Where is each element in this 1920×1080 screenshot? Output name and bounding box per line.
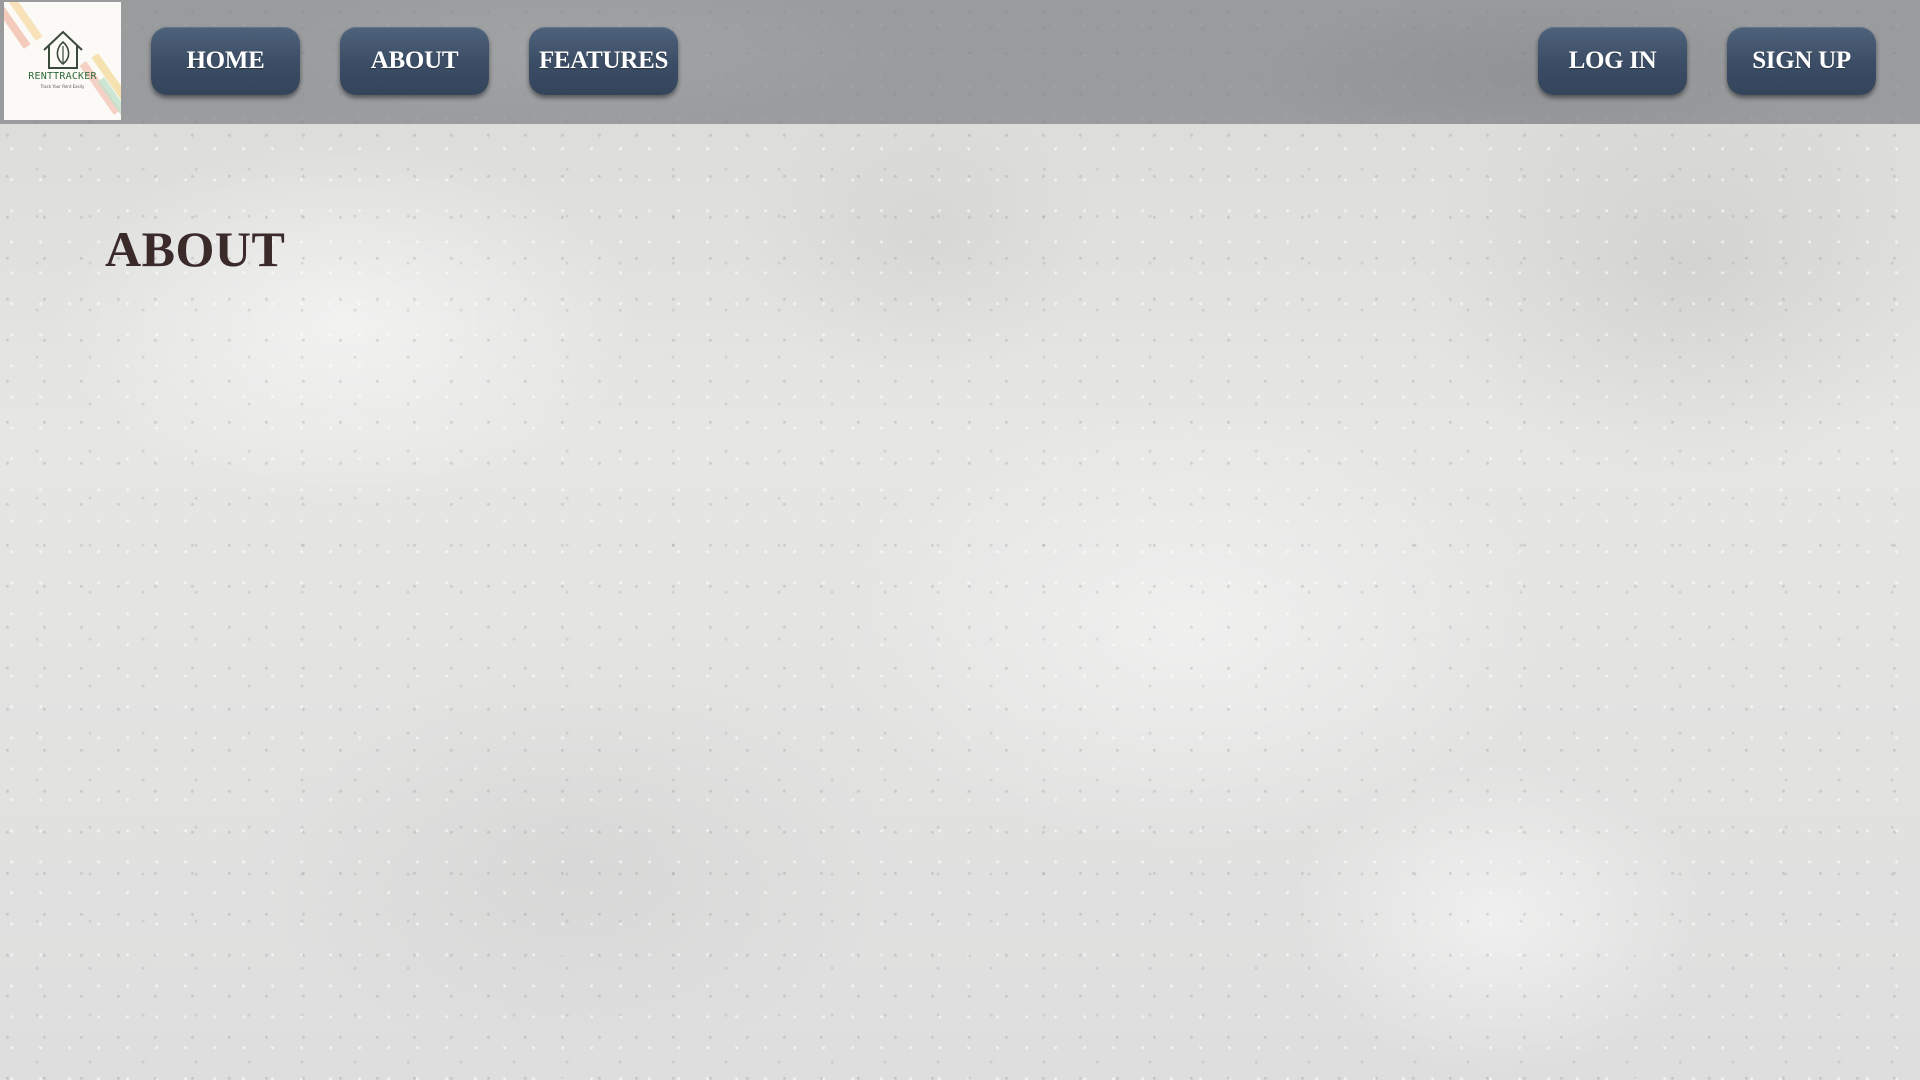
logo-brand-text: RENTTRACKER (28, 71, 97, 82)
signup-button[interactable]: SIGN UP (1727, 27, 1876, 95)
brand-logo[interactable]: RENTTRACKER Track Your Rent Easily (4, 2, 121, 120)
house-leaf-icon (43, 30, 83, 69)
top-navbar: RENTTRACKER Track Your Rent Easily HOME … (0, 0, 1920, 124)
background-texture (0, 0, 1920, 1080)
login-button[interactable]: LOG IN (1538, 27, 1687, 95)
nav-home-button[interactable]: HOME (151, 27, 300, 95)
logo-tagline: Track Your Rent Easily (40, 84, 85, 89)
nav-features-button[interactable]: FEATURES (529, 27, 678, 95)
nav-about-button[interactable]: ABOUT (340, 27, 489, 95)
page-title: ABOUT (105, 221, 286, 277)
